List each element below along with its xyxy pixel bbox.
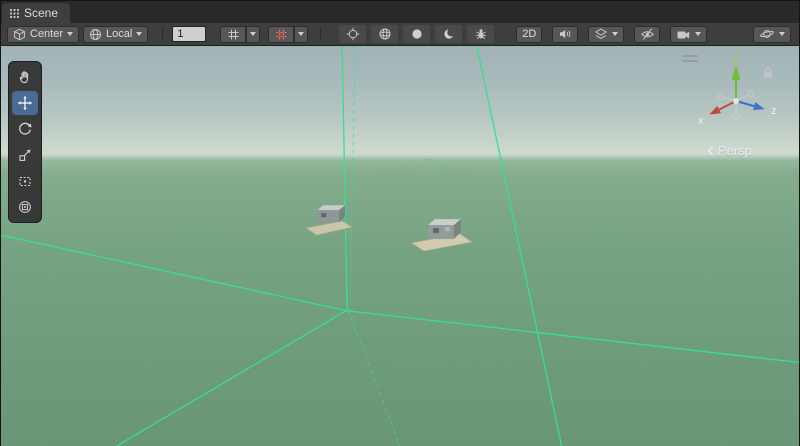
focus-target-button[interactable] (339, 25, 366, 43)
snap-settings-group (268, 26, 308, 43)
orientation-label: Local (106, 28, 132, 40)
pivot-mode-dropdown[interactable]: Center (7, 26, 79, 43)
projection-label: Persp (718, 143, 752, 158)
x-axis-label: x (698, 115, 704, 127)
z-axis-label: z (771, 105, 777, 117)
chevron-down-icon (779, 32, 785, 36)
saturn-icon (759, 27, 775, 41)
wireframe-globe-button[interactable] (371, 25, 398, 43)
snap-settings-dropdown[interactable] (294, 26, 308, 43)
camera-icon (676, 28, 691, 41)
gizmo-center[interactable] (733, 98, 739, 104)
scene-3d-render (1, 46, 799, 446)
tool-scale-button[interactable] (12, 143, 38, 167)
chevron-left-icon (707, 146, 714, 156)
snap-settings-button[interactable] (268, 26, 294, 43)
tool-transform-button[interactable] (12, 195, 38, 219)
projection-toggle[interactable]: Persp (707, 143, 752, 158)
grid-visibility-dropdown[interactable] (246, 26, 260, 43)
camera-settings-dropdown[interactable] (670, 26, 707, 43)
move-icon (17, 95, 33, 111)
tool-hand-button[interactable] (12, 65, 38, 89)
debug-toggle-button[interactable] (467, 25, 494, 43)
scene-lighting-button[interactable] (435, 25, 462, 43)
grid-visibility-button[interactable] (220, 26, 246, 43)
toolbar-separator (162, 27, 163, 41)
scene-viewport[interactable]: y x z Persp (1, 46, 799, 446)
tab-scene[interactable]: Scene (2, 3, 70, 23)
scene-toolbar: Center Local (1, 23, 799, 46)
rotate-icon (17, 121, 33, 137)
wire-sphere-icon (378, 27, 392, 41)
rect-icon (17, 173, 33, 189)
x-axis-handle[interactable]: x (698, 101, 736, 127)
scale-icon (17, 147, 33, 163)
tool-move-button[interactable] (12, 91, 38, 115)
tab-bar: Scene (1, 1, 799, 23)
chevron-down-icon (612, 32, 618, 36)
scene-visibility-button[interactable] (634, 26, 660, 43)
shaded-sphere-button[interactable] (403, 25, 430, 43)
tab-label: Scene (24, 6, 58, 20)
chevron-down-icon (298, 32, 304, 36)
selection-wireframe (1, 46, 799, 446)
globe-icon (89, 28, 102, 41)
tool-rotate-button[interactable] (12, 117, 38, 141)
chevron-down-icon (250, 32, 256, 36)
y-axis-label: y (733, 52, 739, 64)
tool-palette (8, 61, 42, 223)
unity-scene-window: Scene Center Local (0, 0, 800, 446)
chevron-down-icon (136, 32, 142, 36)
shaded-sphere-icon (410, 27, 424, 41)
orientation-dropdown[interactable]: Local (83, 26, 148, 43)
bug-icon (474, 27, 488, 41)
2d-mode-button[interactable]: 2D (516, 26, 542, 43)
moon-icon (442, 27, 456, 41)
grid-snap-icon (227, 28, 240, 41)
gizmos-dropdown[interactable] (753, 26, 791, 43)
ground-grid (1, 158, 799, 446)
grid-snap-group (220, 26, 260, 43)
scene-object-platform-2[interactable] (412, 219, 472, 251)
y-axis-handle[interactable]: y (732, 52, 741, 101)
cube-icon (13, 28, 26, 41)
pivot-mode-label: Center (30, 28, 63, 40)
crosshair-icon (346, 27, 360, 41)
tool-rect-button[interactable] (12, 169, 38, 193)
toolbar-separator (320, 27, 321, 41)
layers-icon (594, 27, 608, 41)
orientation-gizmo[interactable]: y x z (691, 50, 787, 146)
transform-icon (17, 199, 33, 215)
2d-mode-label: 2D (522, 28, 536, 40)
snap-grid-red-icon (275, 28, 288, 41)
speaker-icon (558, 27, 572, 41)
selection-wireframe-dashed (348, 46, 400, 446)
grid-icon (10, 9, 19, 18)
audio-toggle-button[interactable] (552, 26, 578, 43)
hand-icon (17, 69, 33, 85)
chevron-down-icon (695, 32, 701, 36)
effects-dropdown-button[interactable] (588, 26, 624, 43)
chevron-down-icon (67, 32, 73, 36)
eye-slash-icon (640, 27, 655, 41)
snap-increment-input[interactable] (172, 26, 206, 42)
z-axis-handle[interactable]: z (736, 101, 777, 117)
